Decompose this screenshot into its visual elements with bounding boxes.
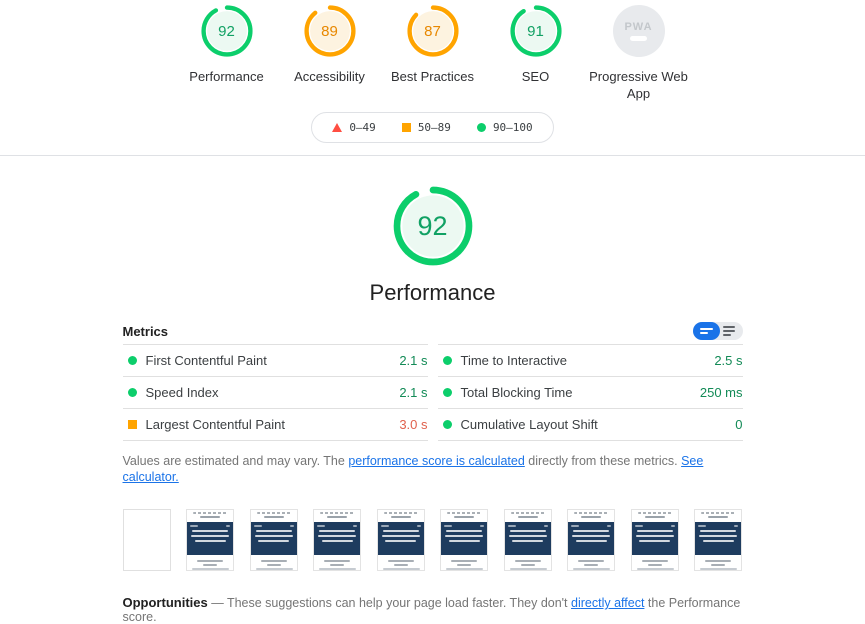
- category-label: Accessibility: [294, 68, 365, 85]
- category-score: 92: [201, 5, 253, 57]
- opportunities-title: Opportunities: [123, 595, 208, 610]
- category-score: 89: [304, 5, 356, 57]
- category-gauge-best-practices[interactable]: 87 Best Practices: [381, 5, 484, 102]
- metrics-view-toggle[interactable]: [693, 322, 743, 340]
- metric-status-icon: [128, 420, 137, 429]
- disclaimer-text: directly from these metrics.: [525, 454, 681, 468]
- category-label: Best Practices: [391, 68, 474, 85]
- opportunities-separator: —: [208, 596, 227, 610]
- condensed-view-icon: [700, 328, 713, 330]
- metric-status-icon: [443, 356, 452, 365]
- pwa-logo-text: PWA: [624, 21, 652, 33]
- category-gauge-accessibility[interactable]: 89 Accessibility: [278, 5, 381, 102]
- metric-status-icon: [128, 388, 137, 397]
- metric-total-blocking-time: Total Blocking Time 250 ms: [438, 377, 743, 409]
- metric-status-icon: [443, 420, 452, 429]
- pass-circle-icon: [477, 123, 486, 132]
- filmstrip-frame: [377, 509, 425, 571]
- performance-gauge-icon: 92: [201, 5, 253, 57]
- metric-time-to-interactive: Time to Interactive 2.5 s: [438, 345, 743, 377]
- directly-affect-link[interactable]: directly affect: [571, 596, 644, 610]
- performance-report: 92 Performance Metrics First Contentful …: [123, 186, 743, 624]
- filmstrip-frame: [440, 509, 488, 571]
- metric-speed-index: Speed Index 2.1 s: [123, 377, 428, 409]
- category-label: SEO: [522, 68, 549, 85]
- filmstrip-frame: [250, 509, 298, 571]
- performance-score-gauge: 92: [393, 186, 473, 266]
- legend-average: 50–89: [402, 121, 451, 134]
- pwa-dash-icon: [630, 36, 647, 41]
- metrics-column-left: First Contentful Paint 2.1 s Speed Index…: [123, 344, 428, 441]
- metrics-disclaimer: Values are estimated and may vary. The p…: [123, 453, 743, 485]
- average-square-icon: [402, 123, 411, 132]
- metrics-table: First Contentful Paint 2.1 s Speed Index…: [123, 344, 743, 441]
- expanded-view-button[interactable]: [720, 322, 743, 340]
- best-practices-gauge-icon: 87: [407, 5, 459, 57]
- filmstrip-frame: [313, 509, 361, 571]
- filmstrip: [123, 509, 743, 571]
- metric-status-icon: [443, 388, 452, 397]
- performance-summary: 92 Performance: [123, 186, 743, 306]
- scores-header: 92 Performance 89 Accessibility 87: [0, 0, 865, 156]
- category-gauges: 92 Performance 89 Accessibility 87: [0, 5, 865, 102]
- legend-range: 50–89: [418, 121, 451, 134]
- expanded-view-icon: [723, 326, 735, 328]
- metric-first-contentful-paint: First Contentful Paint 2.1 s: [123, 345, 428, 377]
- category-gauge-performance[interactable]: 92 Performance: [175, 5, 278, 102]
- score-legend: 0–49 50–89 90–100: [311, 112, 553, 143]
- category-label: Progressive Web App: [587, 68, 690, 102]
- opportunities-header: Opportunities — These suggestions can he…: [123, 595, 743, 624]
- metric-cumulative-layout-shift: Cumulative Layout Shift 0: [438, 409, 743, 441]
- accessibility-gauge-icon: 89: [304, 5, 356, 57]
- filmstrip-frame: [123, 509, 171, 571]
- legend-range: 90–100: [493, 121, 533, 134]
- metrics-header: Metrics: [123, 318, 743, 344]
- opportunities-text: These suggestions can help your page loa…: [227, 596, 571, 610]
- legend-range: 0–49: [349, 121, 376, 134]
- legend-fail: 0–49: [332, 121, 376, 134]
- category-score: 87: [407, 5, 459, 57]
- performance-section-title: Performance: [370, 280, 496, 306]
- filmstrip-frame: [567, 509, 615, 571]
- filmstrip-frame: [186, 509, 234, 571]
- metrics-column-right: Time to Interactive 2.5 s Total Blocking…: [438, 344, 743, 441]
- metric-largest-contentful-paint: Largest Contentful Paint 3.0 s: [123, 409, 428, 441]
- filmstrip-frame: [504, 509, 552, 571]
- fail-triangle-icon: [332, 123, 342, 132]
- performance-score: 92: [393, 186, 473, 266]
- category-pwa[interactable]: PWA Progressive Web App: [587, 5, 690, 102]
- category-gauge-seo[interactable]: 91 SEO: [484, 5, 587, 102]
- filmstrip-frame: [694, 509, 742, 571]
- disclaimer-text: Values are estimated and may vary. The: [123, 454, 349, 468]
- category-label: Performance: [189, 68, 263, 85]
- metric-status-icon: [128, 356, 137, 365]
- category-score: 91: [510, 5, 562, 57]
- seo-gauge-icon: 91: [510, 5, 562, 57]
- pwa-badge-icon: PWA: [613, 5, 665, 57]
- score-calculation-link[interactable]: performance score is calculated: [348, 454, 524, 468]
- metrics-heading: Metrics: [123, 324, 169, 339]
- filmstrip-frame: [631, 509, 679, 571]
- legend-pass: 90–100: [477, 121, 533, 134]
- condensed-view-button[interactable]: [693, 322, 720, 340]
